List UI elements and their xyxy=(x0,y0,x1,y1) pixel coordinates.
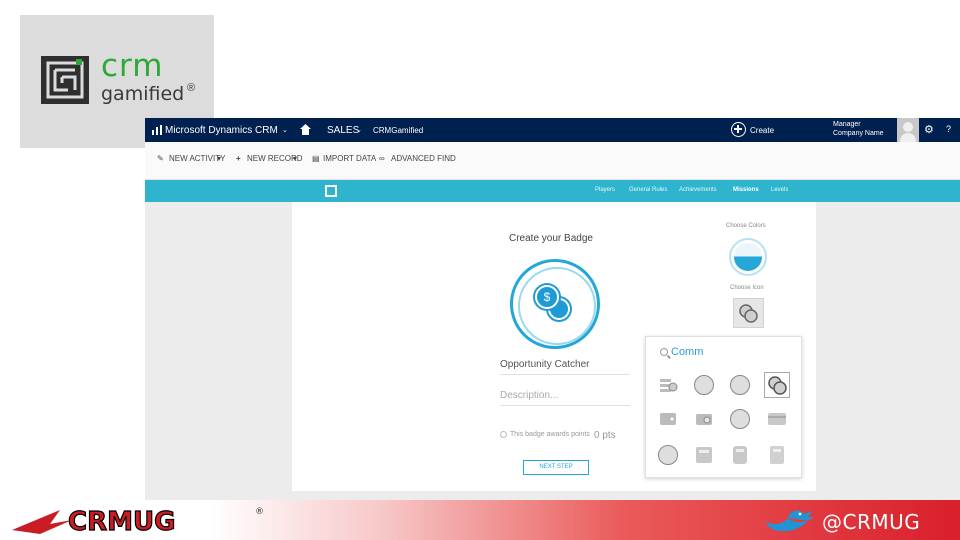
logo-gamified-text: gamified xyxy=(101,83,185,105)
icon-search-input[interactable] xyxy=(671,346,791,358)
dollar-coin-icon: $ xyxy=(535,285,559,309)
crmug-registered-mark: ® xyxy=(255,507,264,517)
badge-description-field[interactable]: Description... xyxy=(500,390,630,406)
command-bar: ✎ NEW ACTIVITY ▾ + NEW RECORD ▾ ▤ IMPORT… xyxy=(145,142,960,180)
user-org: Company Name xyxy=(833,130,884,137)
nav-players[interactable]: Players xyxy=(595,187,615,193)
selected-icon-preview[interactable] xyxy=(733,298,764,328)
calculator-grid-icon[interactable] xyxy=(767,445,787,465)
advanced-find-button[interactable]: ADVANCED FIND xyxy=(391,154,456,163)
points-value[interactable]: 0 pts xyxy=(594,430,616,441)
crm-top-bar: Microsoft Dynamics CRM ⌄ SALES ⌄ CRMGami… xyxy=(145,118,960,142)
gamified-nav-logo-icon[interactable] xyxy=(325,185,337,197)
dollar-coin-icon[interactable] xyxy=(730,375,750,395)
points-checkbox[interactable] xyxy=(500,431,507,438)
binoculars-icon[interactable]: ∞ xyxy=(379,154,385,163)
user-name: Manager xyxy=(833,121,861,128)
new-record-chevron-icon[interactable]: ▾ xyxy=(293,154,297,163)
search-icon xyxy=(660,348,668,356)
choose-icon-label: Choose Icon xyxy=(730,285,764,291)
app-title[interactable]: Microsoft Dynamics CRM xyxy=(165,125,278,136)
nav-achievements[interactable]: Achievements xyxy=(679,187,717,193)
avatar[interactable] xyxy=(897,118,919,142)
new-activity-chevron-icon[interactable]: ▾ xyxy=(217,154,221,163)
twitter-bird-icon xyxy=(766,510,814,532)
gear-icon[interactable]: ⚙ xyxy=(924,123,934,136)
coins-stack-icon[interactable] xyxy=(658,375,678,395)
user-info[interactable]: Manager Company Name xyxy=(833,120,884,138)
coins-icon[interactable] xyxy=(764,372,790,398)
card-icon[interactable] xyxy=(767,409,787,429)
crmug-logo: CRMUG ® xyxy=(12,506,264,538)
entity-label[interactable]: CRMGamified xyxy=(373,126,423,135)
help-icon[interactable]: ? xyxy=(946,124,951,134)
gamification-nav: Players General Rules Achievements Missi… xyxy=(145,180,960,202)
nav-general-rules[interactable]: General Rules xyxy=(629,187,667,193)
crmug-swoosh-icon xyxy=(12,510,72,534)
plus-icon[interactable]: + xyxy=(236,154,241,163)
logo-crm-text: crm xyxy=(101,48,164,84)
slide: crm gamified ® Microsoft Dynamics CRM ⌄ … xyxy=(0,0,960,540)
next-step-button[interactable]: NEXT STEP xyxy=(523,460,589,475)
area-chevron-icon[interactable]: ⌄ xyxy=(356,126,362,134)
logo-registered-mark: ® xyxy=(187,82,196,94)
import-icon[interactable]: ▤ xyxy=(312,154,320,163)
import-data-button[interactable]: IMPORT DATA xyxy=(323,154,376,163)
calculator-icon[interactable] xyxy=(694,445,714,465)
new-activity-icon[interactable]: ✎ xyxy=(157,154,164,163)
app-launcher-icon[interactable] xyxy=(152,125,162,135)
points-label: This badge awards points xyxy=(510,431,590,438)
calculator-alt-icon[interactable] xyxy=(730,445,750,465)
nav-levels[interactable]: Levels xyxy=(771,187,788,193)
create-label[interactable]: Create xyxy=(750,126,774,135)
color-fill xyxy=(734,243,762,271)
wallet-icon[interactable] xyxy=(658,409,678,429)
wallet-coin-icon[interactable] xyxy=(694,409,714,429)
home-icon[interactable] xyxy=(300,124,311,135)
color-picker-swatch[interactable] xyxy=(729,238,767,276)
coin-outline-icon[interactable] xyxy=(730,409,750,429)
area-label[interactable]: SALES xyxy=(327,125,359,136)
create-badge-heading: Create your Badge xyxy=(509,233,593,244)
nav-missions[interactable]: Missions xyxy=(733,187,759,193)
maze-logo-icon xyxy=(41,56,89,104)
pie-chart-icon[interactable] xyxy=(658,445,678,465)
create-plus-icon[interactable] xyxy=(731,122,746,137)
crmug-logo-text: CRMUG xyxy=(68,507,175,537)
twitter-handle[interactable]: @CRMUG xyxy=(822,510,920,534)
icon-picker-dropdown xyxy=(645,336,802,478)
coins-icon xyxy=(739,304,758,323)
choose-colors-label: Choose Colors xyxy=(726,223,766,229)
app-title-chevron-icon[interactable]: ⌄ xyxy=(282,126,288,134)
coin-icon[interactable] xyxy=(694,375,714,395)
badge-name-field[interactable]: Opportunity Catcher xyxy=(500,359,630,375)
